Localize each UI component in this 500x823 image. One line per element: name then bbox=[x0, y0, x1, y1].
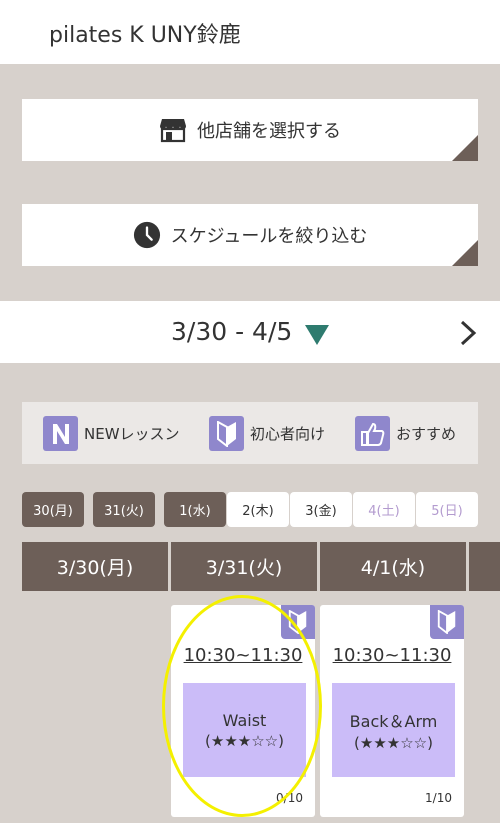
lesson-name: Waist bbox=[222, 710, 267, 730]
day-tab-saturday[interactable]: 4(土) bbox=[353, 492, 415, 527]
column-header: 4/1(水) bbox=[320, 542, 466, 591]
lesson-block[interactable]: Waist (★★★☆☆) bbox=[183, 683, 306, 777]
column-header: 3/31(火) bbox=[171, 542, 317, 591]
day-tab-sunday[interactable]: 5(日) bbox=[416, 492, 478, 527]
store-title: pilates K UNY鈴鹿 bbox=[49, 23, 241, 48]
day-tab[interactable]: 3(金) bbox=[290, 492, 352, 527]
new-badge-icon bbox=[43, 416, 78, 451]
legend-beginner-label: 初心者向け bbox=[250, 425, 326, 443]
select-other-store-button[interactable]: 他店舗を選択する bbox=[22, 99, 478, 161]
lesson-block[interactable]: Back＆Arm (★★★☆☆) bbox=[332, 683, 455, 777]
lesson-card[interactable]: 10:30~11:30 Back＆Arm (★★★☆☆) 1/10 bbox=[320, 605, 464, 817]
corner-accent bbox=[452, 240, 478, 266]
lesson-difficulty: (★★★☆☆) bbox=[205, 731, 284, 750]
beginner-mark-icon bbox=[281, 605, 315, 639]
week-selector: 3/30 - 4/5 bbox=[0, 301, 500, 363]
lesson-name: Back＆Arm bbox=[349, 712, 438, 731]
legend-new-label: NEWレッスン bbox=[84, 425, 180, 443]
week-range[interactable]: 3/30 - 4/5 bbox=[171, 317, 292, 346]
day-tab[interactable]: 31(火) bbox=[93, 492, 155, 527]
legend-beginner: 初心者向け bbox=[209, 416, 325, 451]
legend-recommend-label: おすすめ bbox=[396, 425, 457, 443]
store-icon bbox=[159, 116, 187, 144]
lesson-reservation-count: 1/10 bbox=[425, 791, 452, 805]
thumbs-up-icon bbox=[355, 416, 390, 451]
filter-schedule-button[interactable]: スケジュールを絞り込む bbox=[22, 204, 478, 266]
legend-recommend: おすすめ bbox=[355, 416, 456, 451]
day-tab[interactable]: 30(月) bbox=[22, 492, 84, 527]
day-tab[interactable]: 2(木) bbox=[227, 492, 289, 527]
lesson-time[interactable]: 10:30~11:30 bbox=[320, 645, 464, 666]
beginner-mark-icon bbox=[209, 416, 244, 451]
filter-schedule-label: スケジュールを絞り込む bbox=[170, 226, 368, 247]
app-header: pilates K UNY鈴鹿 bbox=[0, 0, 500, 64]
legend-new: NEWレッスン bbox=[43, 416, 180, 451]
legend-bar: NEWレッスン 初心者向け おすすめ bbox=[22, 402, 478, 464]
lesson-time[interactable]: 10:30~11:30 bbox=[171, 645, 315, 666]
clock-icon bbox=[133, 221, 161, 249]
next-week-arrow-icon[interactable] bbox=[458, 319, 478, 351]
corner-accent bbox=[452, 135, 478, 161]
dropdown-triangle-icon[interactable] bbox=[305, 325, 329, 349]
lesson-difficulty: (★★★☆☆) bbox=[354, 734, 433, 752]
lesson-card[interactable]: 10:30~11:30 Waist (★★★☆☆) 0/10 bbox=[171, 605, 315, 817]
day-tab[interactable]: 1(水) bbox=[164, 492, 226, 527]
beginner-mark-icon bbox=[430, 605, 464, 639]
lesson-reservation-count: 0/10 bbox=[276, 791, 303, 805]
select-other-store-label: 他店舗を選択する bbox=[197, 121, 341, 142]
column-header: 3/30(月) bbox=[22, 542, 168, 591]
column-header-partial bbox=[469, 542, 500, 591]
